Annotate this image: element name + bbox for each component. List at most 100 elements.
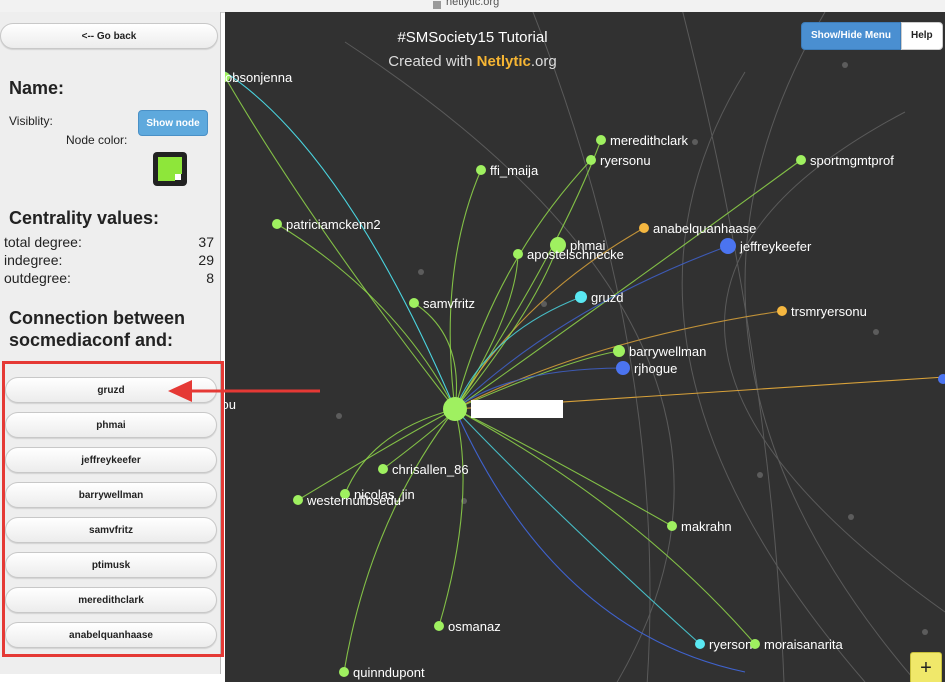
centrality-heading: Centrality values: (9, 208, 160, 228)
graph-node-makrahn[interactable]: makrahn (667, 519, 732, 534)
color-picker-arrow-icon (175, 174, 182, 181)
graph-node-dot[interactable] (613, 345, 625, 357)
graph-node-dot[interactable] (272, 219, 282, 229)
graph-node-label: rjhogue (634, 361, 677, 376)
background-node (848, 514, 854, 520)
indegree-value: 29 (198, 252, 214, 268)
graph-node-label: apostelschnecke (527, 247, 624, 262)
graph-node-sportmgmtprof[interactable]: sportmgmtprof (796, 153, 894, 168)
graph-node-patriciamckenn2[interactable]: patriciamckenn2 (272, 217, 381, 232)
graph-node-chrisallen-86[interactable]: chrisallen_86 (378, 462, 469, 477)
graph-node-label: osmanaz (448, 619, 501, 634)
graph-node-osmanaz[interactable]: osmanaz (434, 619, 501, 634)
graph-node-dot[interactable] (695, 639, 705, 649)
graph-node-barrywellman[interactable]: barrywellman (613, 344, 706, 359)
connection-heading-line-1: Connection between (9, 308, 186, 328)
graph-node-label: chrisallen_86 (392, 462, 469, 477)
background-node (873, 329, 879, 335)
graph-node-dot[interactable] (777, 306, 787, 316)
graph-node-dot[interactable] (616, 361, 630, 375)
graph-edge (454, 159, 592, 410)
graph-node-obsonjenna[interactable]: obsonjenna (225, 70, 293, 85)
graph-node-westernulibsedu[interactable]: westernulibsedu (293, 493, 401, 508)
graph-node-ffi-maija[interactable]: ffi_maija (476, 163, 539, 178)
graph-node-label: ffi_maija (490, 163, 539, 178)
indegree-label: indegree: (4, 252, 63, 268)
graph-node-ryerson[interactable]: ryerson (695, 637, 752, 652)
show-hide-menu-button[interactable]: Show/Hide Menu (801, 22, 901, 50)
graph-node-dot[interactable] (938, 374, 945, 384)
graph-edge (454, 310, 783, 410)
graph-node-dot[interactable] (796, 155, 806, 165)
graph-node-dot[interactable] (639, 223, 649, 233)
graph-node-dot[interactable] (667, 521, 677, 531)
graph-node-dot[interactable] (476, 165, 486, 175)
graph-node-jeffreykeefer[interactable]: jeffreykeefer (720, 238, 812, 254)
show-node-button[interactable]: Show node (138, 110, 208, 136)
graph-node-dot[interactable] (720, 238, 736, 254)
graph-node-dot[interactable] (378, 464, 388, 474)
total-degree-label: total degree: (4, 234, 82, 250)
page-favicon-icon (433, 1, 441, 9)
graph-node-label: quinndupont (353, 665, 425, 680)
graph-edge (343, 408, 456, 673)
graph-node-label: patriciamckenn2 (286, 217, 381, 232)
graph-node-dot[interactable] (293, 495, 303, 505)
connection-list-highlight-box (2, 361, 224, 657)
graph-edge (454, 245, 729, 410)
graph-node-label: moraisanarita (764, 637, 844, 652)
background-node (692, 139, 698, 145)
subtitle-suffix: .org (530, 53, 557, 70)
graph-node-dot[interactable] (434, 621, 444, 631)
subtitle-prefix: Created with (388, 53, 477, 70)
graph-edge (454, 253, 519, 410)
graph-node-rjhogue[interactable]: rjhogue (616, 361, 677, 376)
graph-node-quinndupont[interactable]: quinndupont (339, 665, 425, 680)
graph-node-label: meredithclark (610, 133, 689, 148)
graph-node-label: makrahn (681, 519, 732, 534)
total-degree-value: 37 (198, 234, 214, 250)
zoom-in-button[interactable]: + (910, 652, 942, 682)
graph-node-moraisanarita[interactable]: moraisanarita (750, 637, 844, 652)
network-graph[interactable]: obsonjenna meredithclark ryersonu sportmgmt… (225, 12, 945, 682)
graph-node-dot[interactable] (513, 249, 523, 259)
graph-node-trsmryersonu[interactable]: trsmryersonu (777, 304, 867, 319)
graph-node-dot[interactable] (339, 667, 349, 677)
graph-node-dot[interactable] (596, 135, 606, 145)
background-edge (744, 12, 918, 682)
graph-node-label: gruzd (591, 290, 624, 305)
graph-node-dot[interactable] (750, 639, 760, 649)
go-back-button[interactable]: <-- Go back (0, 23, 218, 49)
graph-node-apostelschnecke[interactable]: apostelschnecke (513, 247, 624, 262)
node-color-picker[interactable] (153, 152, 187, 186)
graph-node-dot[interactable] (575, 291, 587, 303)
outdegree-value: 8 (206, 270, 214, 286)
network-graph-canvas[interactable]: obsonjenna meredithclark ryersonu sportmgmt… (225, 12, 945, 682)
graph-node-label: anabelquanhaase (653, 221, 756, 236)
graph-node-label: samvfritz (423, 296, 475, 311)
graph-node-label: trsmryersonu (791, 304, 867, 319)
graph-title: #SMSociety15 Tutorial (397, 29, 548, 46)
graph-node-label: ryersonu (600, 153, 651, 168)
graph-edge (344, 408, 456, 495)
graph-node-dot[interactable] (409, 298, 419, 308)
background-node (842, 62, 848, 68)
graph-node-ryersonu[interactable]: ryersonu (586, 153, 651, 168)
graph-node-label: sportmgmtprof (810, 153, 894, 168)
background-node (922, 629, 928, 635)
graph-node-dot[interactable] (586, 155, 596, 165)
graph-node-samvfritz[interactable]: samvfritz (409, 296, 475, 311)
graph-node-meredithclark[interactable]: meredithclark (596, 133, 689, 148)
graph-node-anabelquanhaase[interactable]: anabelquanhaase (639, 221, 756, 236)
graph-node-socmediaconf[interactable]: socmediaconf (443, 397, 563, 421)
graph-subtitle: Created with Netlytic.org (225, 53, 720, 70)
graph-node-gruzd[interactable]: gruzd (575, 290, 624, 305)
background-node (418, 269, 424, 275)
name-heading: Name: (9, 78, 65, 98)
graph-node-sou[interactable]: sou (225, 397, 236, 412)
graph-node-dot[interactable] (443, 397, 467, 421)
help-button[interactable]: Help (901, 22, 943, 50)
outdegree-label: outdegree: (4, 270, 71, 286)
node-color-label: Node color: (66, 133, 128, 147)
graph-node-label: obsonjenna (225, 70, 293, 85)
